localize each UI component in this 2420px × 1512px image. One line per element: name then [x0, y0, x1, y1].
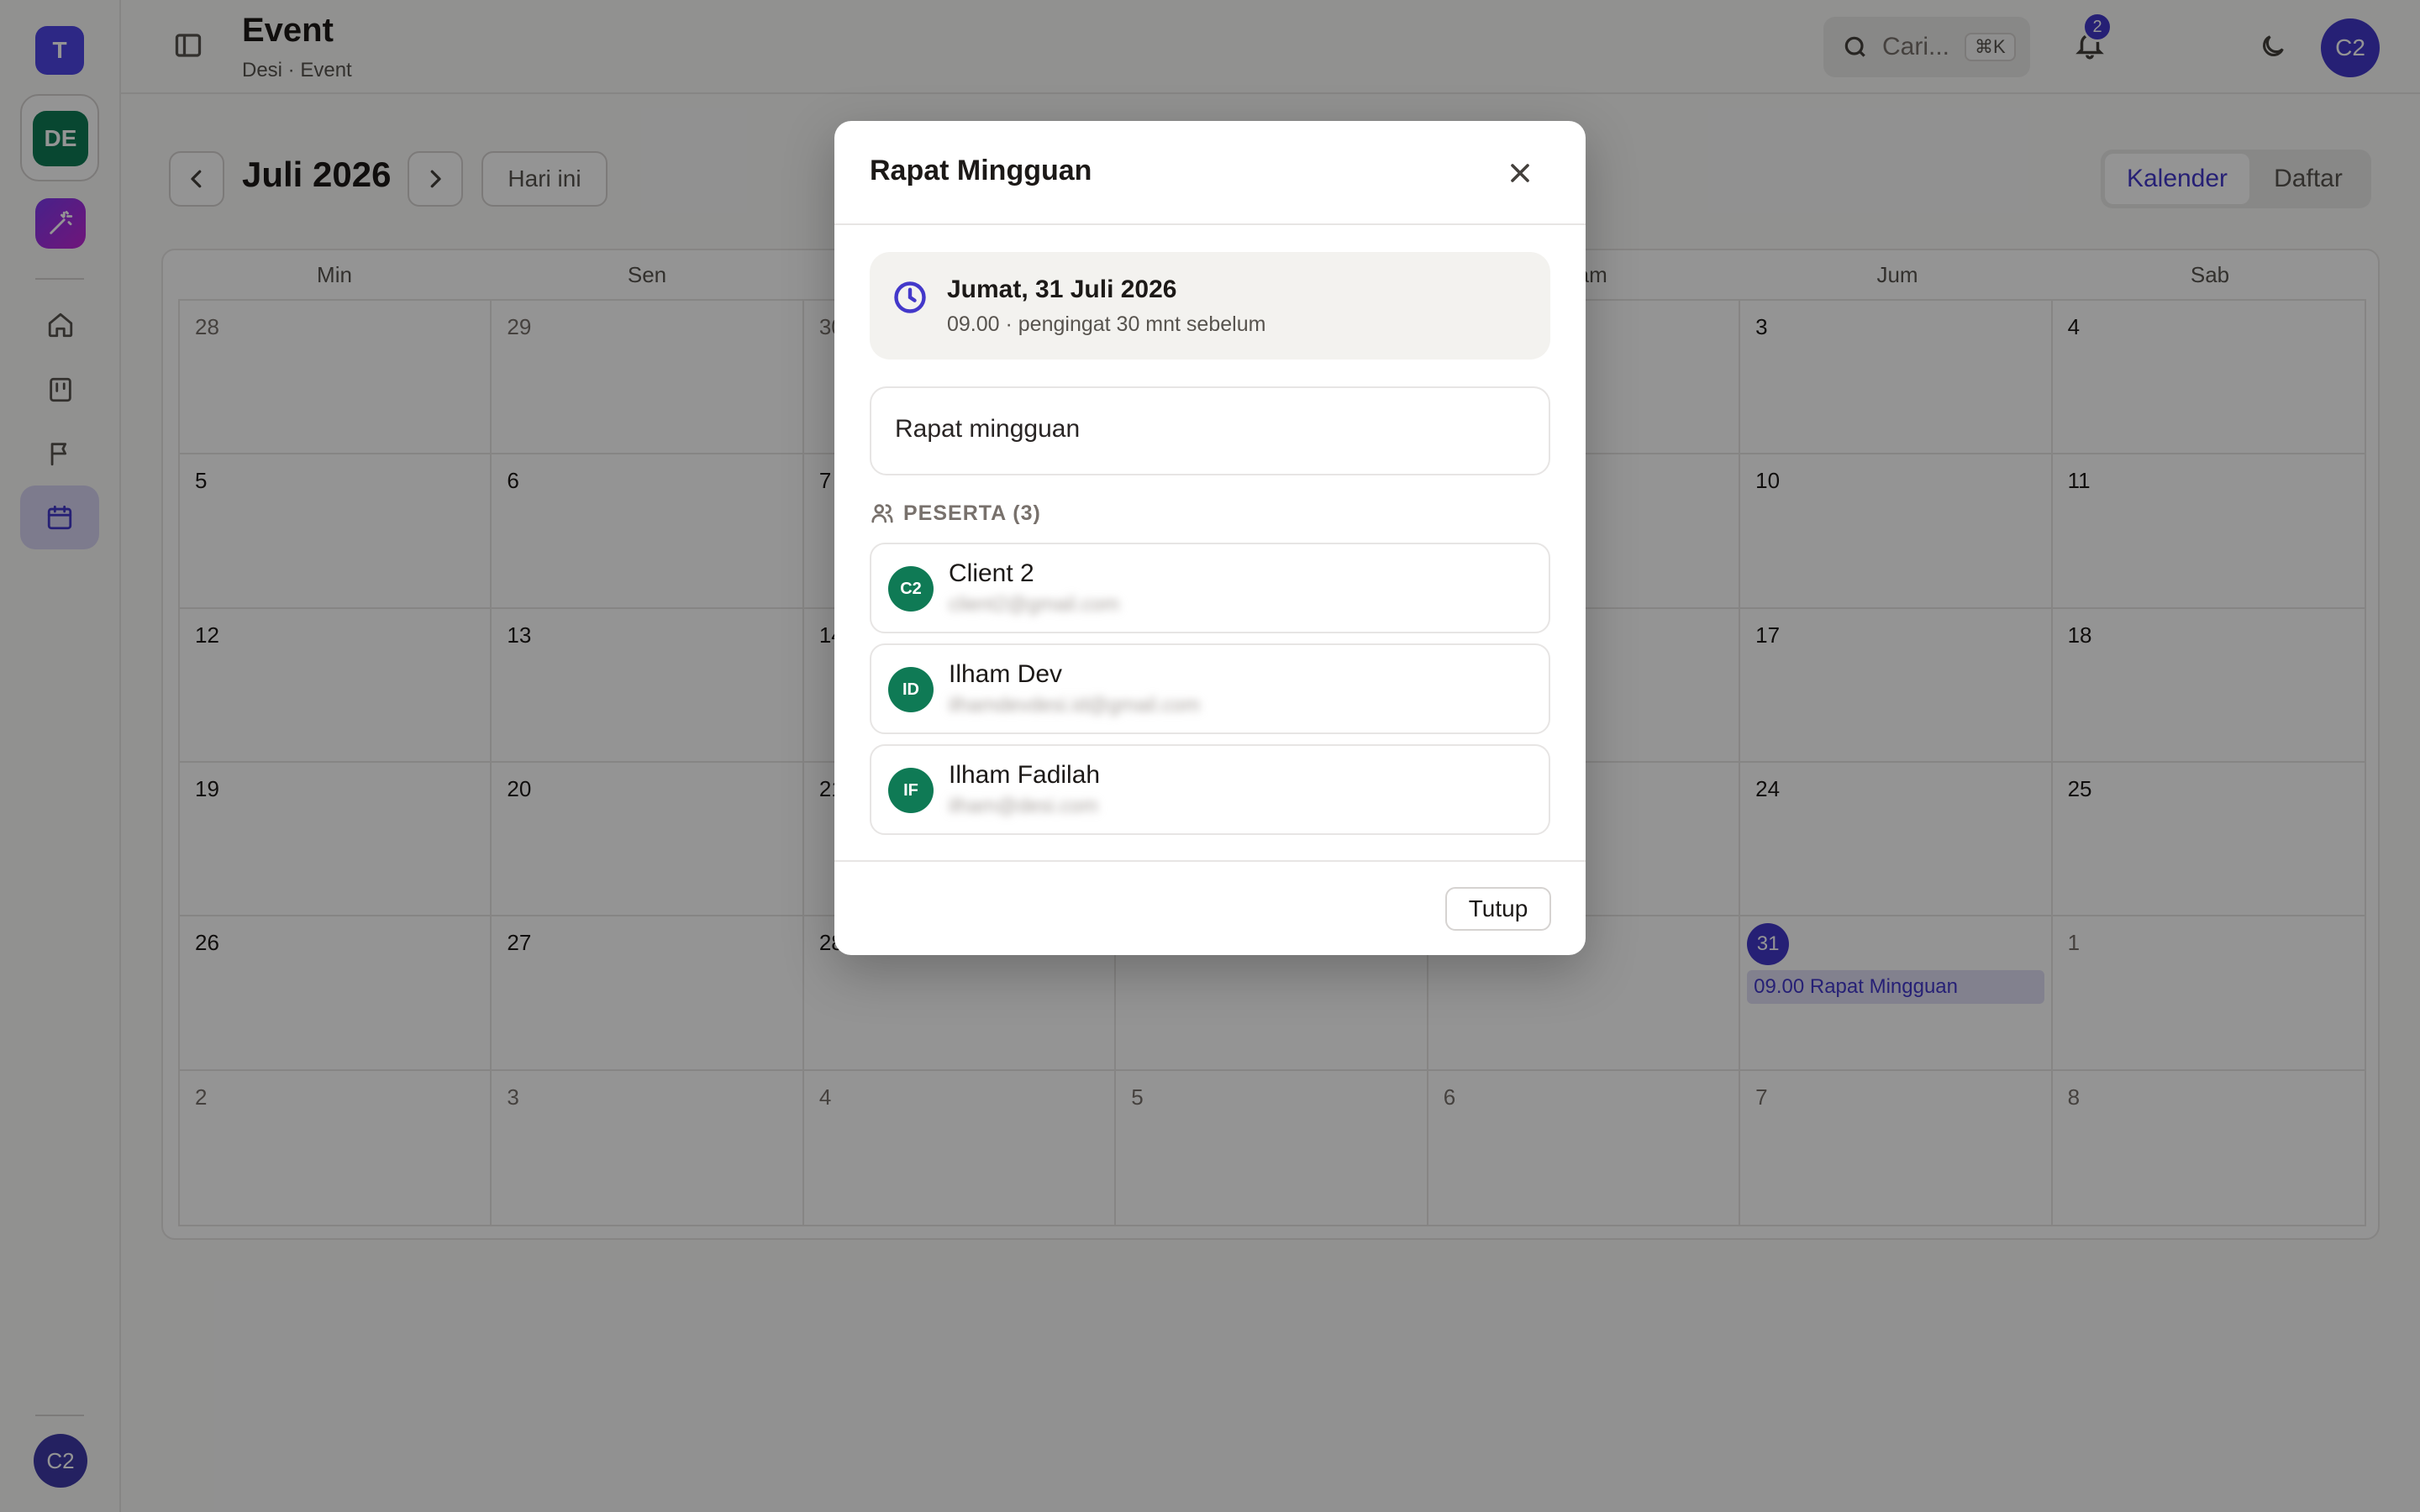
- participant-name: Ilham Fadilah: [949, 761, 1101, 789]
- clock-icon: [894, 281, 926, 313]
- event-date: Jumat, 31 Juli 2026: [947, 276, 1177, 303]
- dialog-title: Rapat Mingguan: [870, 155, 1092, 186]
- dialog-close-text-button[interactable]: Tutup: [1445, 887, 1551, 931]
- event-description: Rapat mingguan: [870, 386, 1550, 475]
- participant-avatar: C2: [888, 566, 934, 612]
- dialog-divider: [834, 860, 1586, 862]
- participants-label: PESERTA (3): [903, 501, 1041, 525]
- participant-name: Ilham Dev: [949, 660, 1063, 688]
- participant-email: client2@gmail.com: [949, 593, 1120, 616]
- participant-email: ilham@desi.com: [949, 795, 1098, 817]
- participant-item: ID Ilham Dev ilhamdevdesi.id@gmail.com: [870, 643, 1550, 734]
- event-time-reminder: 09.00 · pengingat 30 mnt sebelum: [947, 312, 1266, 336]
- participants-header: PESERTA (3): [870, 501, 1041, 526]
- participant-item: C2 Client 2 client2@gmail.com: [870, 543, 1550, 633]
- event-date-card: Jumat, 31 Juli 2026 09.00 · pengingat 30…: [870, 252, 1550, 360]
- dialog-close-button[interactable]: [1505, 158, 1535, 188]
- users-icon: [871, 504, 893, 523]
- participant-name: Client 2: [949, 559, 1034, 587]
- participant-avatar: IF: [888, 768, 934, 813]
- participant-avatar: ID: [888, 667, 934, 712]
- dialog-divider: [834, 223, 1586, 225]
- close-icon: [1511, 164, 1529, 182]
- event-detail-dialog: Rapat Mingguan Jumat, 31 Juli 2026 09.00…: [834, 121, 1586, 955]
- participant-email: ilhamdevdesi.id@gmail.com: [949, 694, 1201, 717]
- participant-item: IF Ilham Fadilah ilham@desi.com: [870, 744, 1550, 835]
